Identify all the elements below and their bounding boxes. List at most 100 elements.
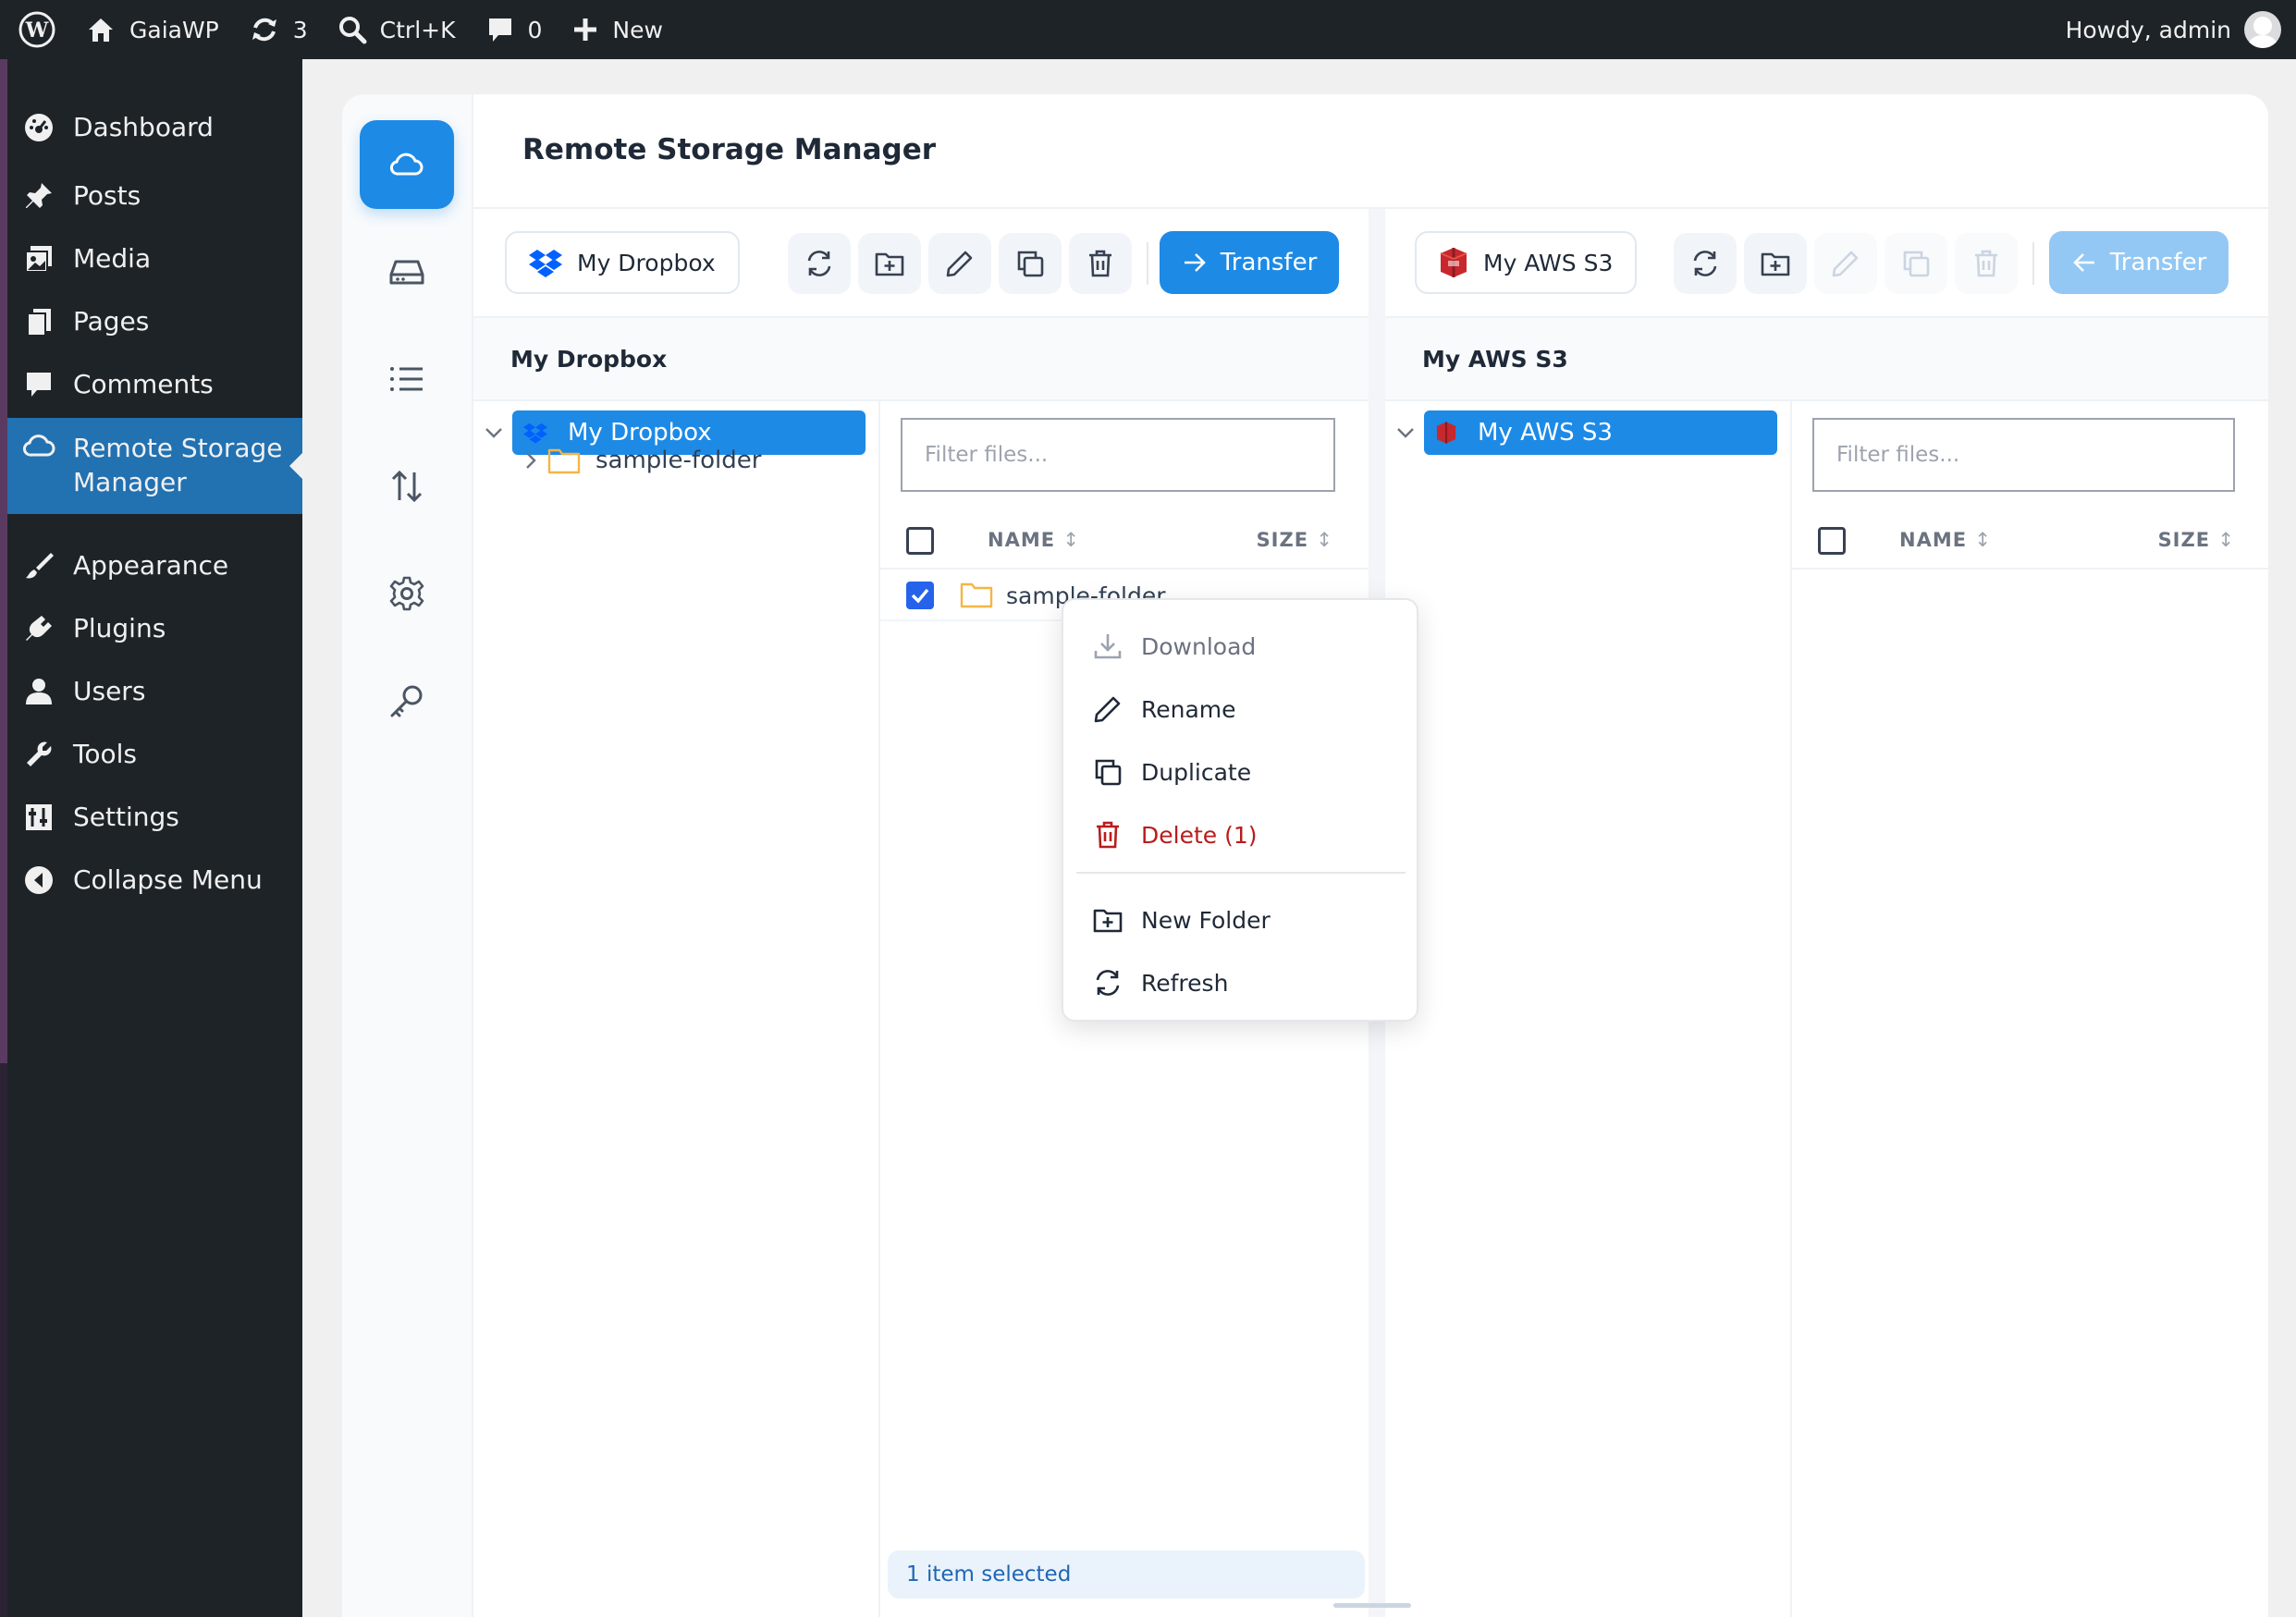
new-label: New: [612, 16, 663, 43]
collapse-icon: [22, 864, 55, 897]
sidebar-item-appearance[interactable]: Appearance: [7, 536, 302, 595]
right-filter-input[interactable]: Filter files...: [1812, 418, 2235, 492]
transfer-label: Transfer: [1220, 249, 1318, 276]
refresh-icon: [1693, 251, 1717, 276]
left-delete-button[interactable]: [1069, 233, 1132, 294]
select-all-checkbox[interactable]: [906, 527, 934, 555]
comment-icon: [22, 368, 55, 401]
left-section-title: My Dropbox: [510, 346, 668, 373]
pencil-icon: [946, 251, 973, 277]
right-delete-button[interactable]: [1955, 233, 2018, 294]
left-filter-input[interactable]: Filter files...: [901, 418, 1335, 492]
sidebar-item-media[interactable]: Media: [7, 229, 302, 288]
right-transfer-button[interactable]: Transfer: [2049, 231, 2228, 294]
admin-sidebar: Dashboard Posts Media Pages Comments Rem…: [7, 59, 302, 1617]
sidebar-collapse-menu[interactable]: Collapse Menu: [7, 851, 302, 910]
right-source-label: My AWS S3: [1483, 249, 1614, 276]
tree-node-label: My AWS S3: [1478, 419, 1613, 447]
rail-storages-button[interactable]: [360, 227, 454, 316]
page-header: Remote Storage Manager: [473, 94, 2268, 209]
rail-transfers-button[interactable]: [360, 442, 454, 531]
context-new-folder[interactable]: New Folder: [1091, 900, 1271, 940]
right-source-selector[interactable]: My AWS S3: [1415, 231, 1638, 294]
toolbar-divider: [2032, 242, 2034, 285]
right-rename-button[interactable]: [1814, 233, 1877, 294]
tree-node-child[interactable]: sample-folder: [547, 438, 866, 483]
page-title: Remote Storage Manager: [522, 133, 937, 166]
new-content-link[interactable]: New: [557, 0, 678, 59]
cloud-icon: [22, 429, 55, 462]
right-new-folder-button[interactable]: [1744, 233, 1807, 294]
left-folder-tree: My Dropbox sample-folder: [473, 401, 880, 1617]
size-column-header[interactable]: SIZE ↕: [1257, 529, 1333, 551]
sidebar-item-dashboard[interactable]: Dashboard: [7, 98, 302, 157]
tree-node-label: sample-folder: [595, 447, 762, 474]
select-all-checkbox[interactable]: [1818, 527, 1846, 555]
name-column-header[interactable]: NAME ↕: [988, 529, 1080, 551]
tree-expand-chevron-icon[interactable]: [483, 422, 505, 444]
context-delete[interactable]: Delete (1): [1091, 815, 1258, 855]
pencil-icon: [1091, 692, 1124, 726]
list-icon: [390, 367, 423, 391]
left-source-selector[interactable]: My Dropbox: [505, 231, 740, 294]
sort-icon: ↕: [1062, 529, 1080, 551]
sidebar-item-settings[interactable]: Settings: [7, 788, 302, 847]
sidebar-item-label: Remote Storage Manager: [73, 433, 283, 497]
user-icon: [22, 675, 55, 708]
plugin-nav-rail: [342, 94, 473, 1617]
left-refresh-button[interactable]: [788, 233, 851, 294]
arrow-right-icon: [1184, 253, 1206, 272]
account-menu[interactable]: Howdy, admin: [2051, 0, 2296, 59]
context-duplicate[interactable]: Duplicate: [1091, 752, 1251, 792]
sidebar-item-tools[interactable]: Tools: [7, 725, 302, 784]
context-rename[interactable]: Rename: [1091, 689, 1236, 729]
screen-edge-lower: [0, 1063, 7, 1617]
wordpress-logo-button[interactable]: W: [0, 0, 70, 59]
file-context-menu: Download Rename Duplicate Delete (1) New…: [1062, 598, 1418, 1022]
left-transfer-button[interactable]: Transfer: [1160, 231, 1339, 294]
row-checkbox[interactable]: [906, 582, 934, 609]
rail-settings-button[interactable]: [360, 549, 454, 638]
search-shortcut-link[interactable]: Ctrl+K: [323, 0, 471, 59]
admin-bar: W GaiaWP 3 Ctrl+K 0 New Howdy, admin: [0, 0, 2296, 59]
sidebar-item-comments[interactable]: Comments: [7, 355, 302, 414]
rail-storage-browser-button[interactable]: [360, 120, 454, 209]
context-download[interactable]: Download: [1091, 626, 1256, 667]
name-column-header[interactable]: NAME ↕: [1899, 529, 1992, 551]
sidebar-item-label: Settings: [73, 802, 179, 832]
toolbar-divider: [1147, 242, 1148, 285]
tree-expand-chevron-icon[interactable]: [1394, 422, 1417, 444]
sidebar-item-label: Collapse Menu: [73, 864, 263, 895]
scrollbar-handle[interactable]: [1333, 1603, 1411, 1608]
sidebar-item-pages[interactable]: Pages: [7, 292, 302, 351]
rail-list-button[interactable]: [360, 335, 454, 423]
sort-icon: ↕: [1316, 529, 1333, 551]
sidebar-item-remote-storage-manager[interactable]: Remote Storage Manager: [7, 418, 302, 514]
download-icon: [1091, 630, 1124, 663]
left-duplicate-button[interactable]: [999, 233, 1062, 294]
sidebar-item-users[interactable]: Users: [7, 662, 302, 721]
copy-icon: [1903, 251, 1930, 277]
size-column-header[interactable]: SIZE ↕: [2158, 529, 2235, 551]
context-refresh[interactable]: Refresh: [1091, 962, 1228, 1003]
rail-license-button[interactable]: [360, 656, 454, 745]
right-refresh-button[interactable]: [1674, 233, 1737, 294]
sidebar-item-plugins[interactable]: Plugins: [7, 599, 302, 658]
right-toolbar: My AWS S3 Transfer: [1385, 209, 2268, 316]
sidebar-item-label: Appearance: [73, 550, 229, 581]
tree-node-root[interactable]: My AWS S3: [1424, 410, 1777, 455]
site-name-link[interactable]: GaiaWP: [70, 0, 234, 59]
transfer-label: Transfer: [2109, 249, 2207, 276]
context-divider: [1076, 872, 1406, 874]
tree-collapse-chevron-icon[interactable]: [520, 449, 542, 472]
wordpress-icon: W: [18, 11, 55, 48]
left-toolbar: My Dropbox Transfer: [473, 209, 1369, 316]
left-new-folder-button[interactable]: [858, 233, 921, 294]
right-section-title: My AWS S3: [1422, 346, 1568, 373]
right-duplicate-button[interactable]: [1885, 233, 1947, 294]
comments-link[interactable]: 0: [471, 0, 558, 59]
sidebar-item-posts[interactable]: Posts: [7, 166, 302, 226]
left-rename-button[interactable]: [928, 233, 991, 294]
updates-link[interactable]: 3: [234, 0, 323, 59]
refresh-icon: [1091, 966, 1124, 999]
